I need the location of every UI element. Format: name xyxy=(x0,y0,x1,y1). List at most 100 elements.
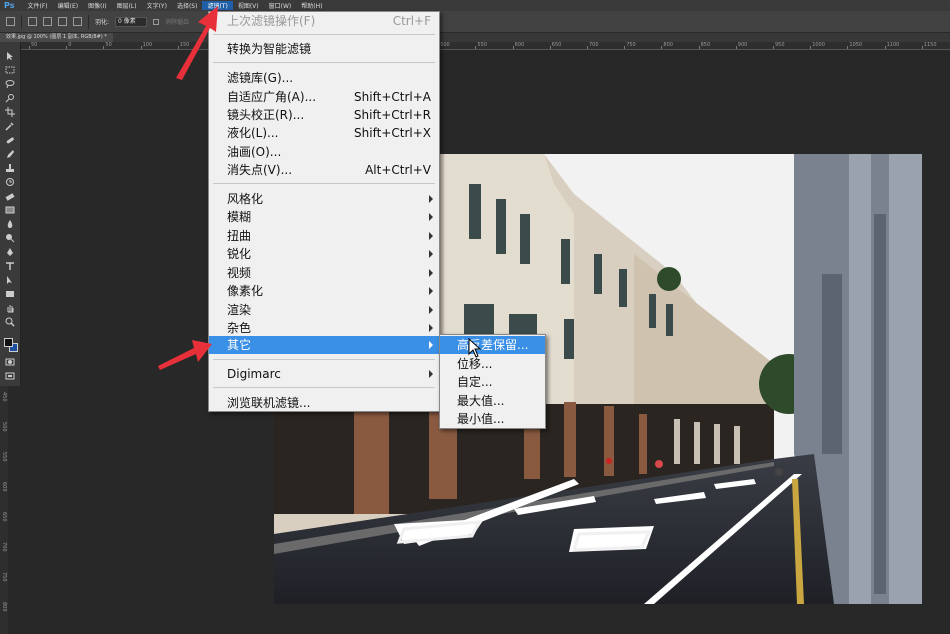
submenu-item-custom[interactable]: 自定... xyxy=(440,373,545,391)
screen-mode-icon[interactable] xyxy=(4,370,16,382)
ruler-label: 950 xyxy=(775,42,785,48)
submenu-item-high-pass[interactable]: 高反差保留... xyxy=(440,336,545,354)
subtract-selection-icon[interactable] xyxy=(58,17,67,26)
menu-type[interactable]: 文字(Y) xyxy=(142,1,172,10)
rectangle-tool-icon[interactable] xyxy=(4,288,16,300)
ruler-label: 800 xyxy=(663,42,673,48)
lasso-tool-icon[interactable] xyxy=(4,78,16,90)
history-brush-tool-icon[interactable] xyxy=(4,176,16,188)
menu-select[interactable]: 选择(S) xyxy=(172,1,203,10)
annotation-arrow-icon xyxy=(158,340,212,370)
ruler-label: 500 xyxy=(440,42,450,48)
menu-item-convert-smart-filter[interactable]: 转换为智能滤镜 xyxy=(209,40,439,58)
foreground-color-swatch[interactable] xyxy=(4,338,13,347)
path-selection-tool-icon[interactable] xyxy=(4,274,16,286)
menu-item-oil-paint[interactable]: 油画(O)... xyxy=(209,143,439,161)
digimarc-label: Digimarc xyxy=(227,367,281,381)
type-tool-icon[interactable] xyxy=(4,260,16,272)
distort-label: 扭曲 xyxy=(227,229,252,243)
antialias-label: 消除锯齿 xyxy=(165,19,190,26)
ruler-label: 150 xyxy=(179,42,190,48)
zoom-tool-icon[interactable] xyxy=(4,316,16,328)
submenu-item-offset[interactable]: 位移... xyxy=(440,355,545,373)
menu-item-noise[interactable]: 杂色 xyxy=(209,319,439,337)
divider xyxy=(88,14,89,29)
marquee-tool-preset-icon[interactable] xyxy=(6,17,15,26)
menu-view[interactable]: 视图(V) xyxy=(233,1,264,10)
ruler-tick xyxy=(661,46,663,49)
ruler-label: 100 xyxy=(142,42,153,48)
ruler-tick xyxy=(103,46,105,49)
pen-tool-icon[interactable] xyxy=(4,246,16,258)
menu-help[interactable]: 帮助(H) xyxy=(296,1,327,10)
menu-window[interactable]: 窗口(W) xyxy=(264,1,297,10)
menu-item-stylize[interactable]: 风格化 xyxy=(209,190,439,208)
menu-item-digimarc[interactable]: Digimarc xyxy=(209,365,439,383)
crop-tool-icon[interactable] xyxy=(4,106,16,118)
pixelate-label: 像素化 xyxy=(227,284,264,298)
lens-correction-label: 镜头校正(R)... xyxy=(227,108,305,122)
menu-image[interactable]: 图像(I) xyxy=(83,1,111,10)
document-tab[interactable]: 效果.jpg @ 100% (图层 1 副本, RGB/8#) * xyxy=(0,33,113,42)
quick-select-tool-icon[interactable] xyxy=(4,92,16,104)
other-label: 其它 xyxy=(227,338,252,352)
brush-tool-icon[interactable] xyxy=(4,148,16,160)
submenu-item-minimum[interactable]: 最小值... xyxy=(440,410,545,428)
ruler-label: 650 xyxy=(551,42,562,48)
dodge-tool-icon[interactable] xyxy=(4,232,16,244)
menu-item-pixelate[interactable]: 像素化 xyxy=(209,282,439,300)
lens-correction-shortcut: Shift+Ctrl+R xyxy=(353,108,431,122)
horizontal-ruler[interactable]: 5005010015020025030035040045050055060065… xyxy=(21,42,950,50)
quick-mask-icon[interactable] xyxy=(4,356,16,368)
ruler-label: 850 xyxy=(700,42,711,48)
menu-layer[interactable]: 图层(L) xyxy=(112,1,142,10)
last-filter-shortcut: Ctrl+F xyxy=(392,14,431,28)
vertical-ruler[interactable]: 450 500 550 600 650 700 750 800 xyxy=(0,386,8,634)
ruler-tick xyxy=(698,46,700,49)
tools-panel xyxy=(0,42,21,386)
feather-input[interactable]: 0 像素 xyxy=(115,16,148,27)
eyedropper-tool-icon[interactable] xyxy=(4,120,16,132)
menu-item-blur[interactable]: 模糊 xyxy=(209,208,439,226)
render-label: 渲染 xyxy=(227,303,252,317)
menu-item-adaptive-wide-angle[interactable]: 自适应广角(A)... Shift+Ctrl+A xyxy=(209,88,439,106)
intersect-selection-icon[interactable] xyxy=(73,17,82,26)
menu-item-last-filter[interactable]: 上次滤镜操作(F) Ctrl+F xyxy=(209,12,439,30)
menu-separator xyxy=(213,359,435,360)
ruler-label: 600 xyxy=(1,482,7,492)
menu-file[interactable]: 文件(F) xyxy=(22,1,52,10)
antialias-checkbox[interactable] xyxy=(153,18,160,25)
hand-tool-icon[interactable] xyxy=(4,302,16,314)
document-tab-strip: 效果.jpg @ 100% (图层 1 副本, RGB/8#) * xyxy=(0,33,950,42)
menu-item-sharpen[interactable]: 锐化 xyxy=(209,245,439,263)
move-tool-icon[interactable] xyxy=(4,50,16,62)
menu-item-vanishing-point[interactable]: 消失点(V)... Alt+Ctrl+V xyxy=(209,161,439,179)
eraser-tool-icon[interactable] xyxy=(4,190,16,202)
healing-brush-tool-icon[interactable] xyxy=(4,134,16,146)
menu-item-video[interactable]: 视频 xyxy=(209,264,439,282)
ruler-label: 50 xyxy=(31,42,38,48)
menu-edit[interactable]: 编辑(E) xyxy=(53,1,83,10)
menu-item-render[interactable]: 渲染 xyxy=(209,301,439,319)
ruler-tick xyxy=(735,46,737,49)
ruler-tick xyxy=(921,46,923,49)
add-selection-icon[interactable] xyxy=(43,17,52,26)
submenu-item-maximum[interactable]: 最大值... xyxy=(440,392,545,410)
sharpen-label: 锐化 xyxy=(227,247,252,261)
last-filter-label: 上次滤镜操作(F) xyxy=(227,14,316,28)
menu-item-other[interactable]: 其它 xyxy=(209,336,439,354)
marquee-tool-icon[interactable] xyxy=(4,64,16,76)
new-selection-icon[interactable] xyxy=(28,17,37,26)
menu-item-browse-online-filters[interactable]: 浏览联机滤镜... xyxy=(209,394,439,412)
submenu-arrow-icon xyxy=(429,269,433,277)
menu-filter[interactable]: 滤镜(T) xyxy=(202,1,233,10)
menu-item-distort[interactable]: 扭曲 xyxy=(209,227,439,245)
menu-item-liquify[interactable]: 液化(L)... Shift+Ctrl+X xyxy=(209,124,439,142)
submenu-arrow-icon xyxy=(429,195,433,203)
blur-tool-icon[interactable] xyxy=(4,218,16,230)
menu-separator xyxy=(213,183,435,184)
clone-stamp-tool-icon[interactable] xyxy=(4,162,16,174)
gradient-tool-icon[interactable] xyxy=(4,204,16,216)
menu-item-lens-correction[interactable]: 镜头校正(R)... Shift+Ctrl+R xyxy=(209,106,439,124)
menu-item-filter-gallery[interactable]: 滤镜库(G)... xyxy=(209,69,439,87)
